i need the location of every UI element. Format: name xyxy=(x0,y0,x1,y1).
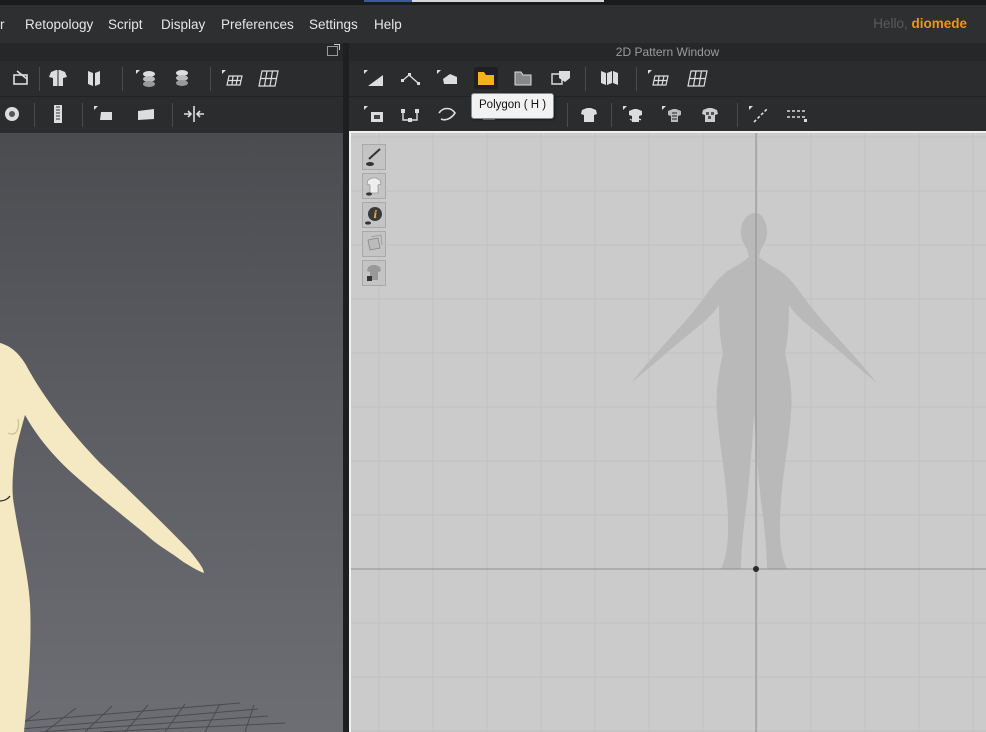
grid-select-icon[interactable] xyxy=(220,67,244,89)
zipper-icon[interactable] xyxy=(46,103,70,125)
tack-icon[interactable] xyxy=(134,67,158,89)
pattern-side-toolbar: i xyxy=(362,144,388,289)
toolbar-separator xyxy=(122,67,123,91)
ruler-icon[interactable] xyxy=(785,103,809,125)
shirt-lock-icon[interactable] xyxy=(362,260,386,286)
toolbar-separator xyxy=(585,67,586,91)
left-toolbar-row2 xyxy=(0,96,343,132)
layer-icon[interactable] xyxy=(170,67,194,89)
transform-pattern-icon[interactable] xyxy=(362,67,386,89)
username[interactable]: diomede xyxy=(911,16,967,31)
toolbar-separator xyxy=(82,103,83,127)
menu-item-display[interactable]: Display xyxy=(161,17,205,32)
edit-pattern-icon[interactable] xyxy=(398,67,422,89)
user-greeting: Hello, diomede xyxy=(873,16,967,31)
title-tab-indicator xyxy=(364,0,412,2)
button-icon[interactable] xyxy=(92,103,116,125)
menu-item-settings[interactable]: Settings xyxy=(309,17,358,32)
tape-icon[interactable] xyxy=(747,103,771,125)
segment-sewing-icon[interactable] xyxy=(10,67,34,89)
left-toolbar-row1 xyxy=(0,61,343,96)
toolbar-separator xyxy=(737,103,738,127)
fold-arrangement-icon[interactable] xyxy=(598,67,622,89)
3d-scene xyxy=(0,343,286,732)
mannequin-icon[interactable] xyxy=(46,67,70,89)
grid-select-icon[interactable] xyxy=(646,67,670,89)
select-mesh-icon[interactable] xyxy=(362,103,386,125)
avatar-icon[interactable] xyxy=(660,103,684,125)
toolbar-separator xyxy=(39,67,40,91)
avatar-silhouette xyxy=(631,213,877,569)
lock-icon[interactable] xyxy=(0,103,24,125)
3d-garment-window[interactable] xyxy=(0,133,343,732)
toolbar-separator xyxy=(611,103,612,127)
rectangle-icon[interactable] xyxy=(511,67,535,89)
origin-point xyxy=(753,566,759,572)
toolbar-separator xyxy=(34,103,35,127)
right-toolbar-row1 xyxy=(349,61,986,96)
internal-polygon-icon[interactable] xyxy=(549,67,573,89)
polygon-tooltip: Polygon ( H ) xyxy=(471,93,555,119)
layers-icon[interactable] xyxy=(362,231,386,257)
2d-pattern-canvas[interactable]: i xyxy=(349,131,986,732)
curve-point-icon[interactable] xyxy=(435,103,459,125)
svg-text:i: i xyxy=(374,210,378,221)
menu-item-retopology[interactable]: Retopology xyxy=(25,17,93,32)
menu-item-help[interactable]: Help xyxy=(374,17,402,32)
checker-icon[interactable] xyxy=(698,103,722,125)
floor-grid xyxy=(0,702,286,732)
title-tab-indicator-light xyxy=(412,0,604,2)
3d-window-header xyxy=(0,43,343,61)
menu-bar: r Retopology Script Display Preferences … xyxy=(0,5,986,43)
pencil-eye-icon[interactable] xyxy=(362,144,386,170)
pin-icon[interactable] xyxy=(182,103,206,125)
greeting-prefix: Hello, xyxy=(873,16,908,31)
toolbar-separator xyxy=(636,67,637,91)
avatar-body xyxy=(0,343,204,732)
menu-item-clipped[interactable]: r xyxy=(0,17,5,32)
sewing-icon[interactable] xyxy=(621,103,645,125)
flatten-icon[interactable] xyxy=(134,103,158,125)
edit-point-icon[interactable] xyxy=(398,103,422,125)
polygon-icon[interactable] xyxy=(474,67,498,89)
grid-icon[interactable] xyxy=(256,67,280,89)
pattern-grid xyxy=(351,133,986,732)
right-toolbar-row2 xyxy=(349,96,986,132)
grid-icon[interactable] xyxy=(685,67,709,89)
toolbar-separator xyxy=(210,67,211,91)
menu-item-preferences[interactable]: Preferences xyxy=(221,17,294,32)
shirt-eye-icon[interactable] xyxy=(362,173,386,199)
info-icon[interactable]: i xyxy=(362,202,386,228)
toolbar-separator xyxy=(172,103,173,127)
2d-window-header: 2D Pattern Window xyxy=(349,43,986,61)
undock-icon[interactable] xyxy=(327,44,340,56)
pattern-window-title: 2D Pattern Window xyxy=(615,45,720,59)
menu-item-script[interactable]: Script xyxy=(108,17,143,32)
toolbar-separator xyxy=(567,103,568,127)
fold-icon[interactable] xyxy=(82,67,106,89)
garment-icon[interactable] xyxy=(577,103,601,125)
edit-curvature-icon[interactable] xyxy=(435,67,459,89)
